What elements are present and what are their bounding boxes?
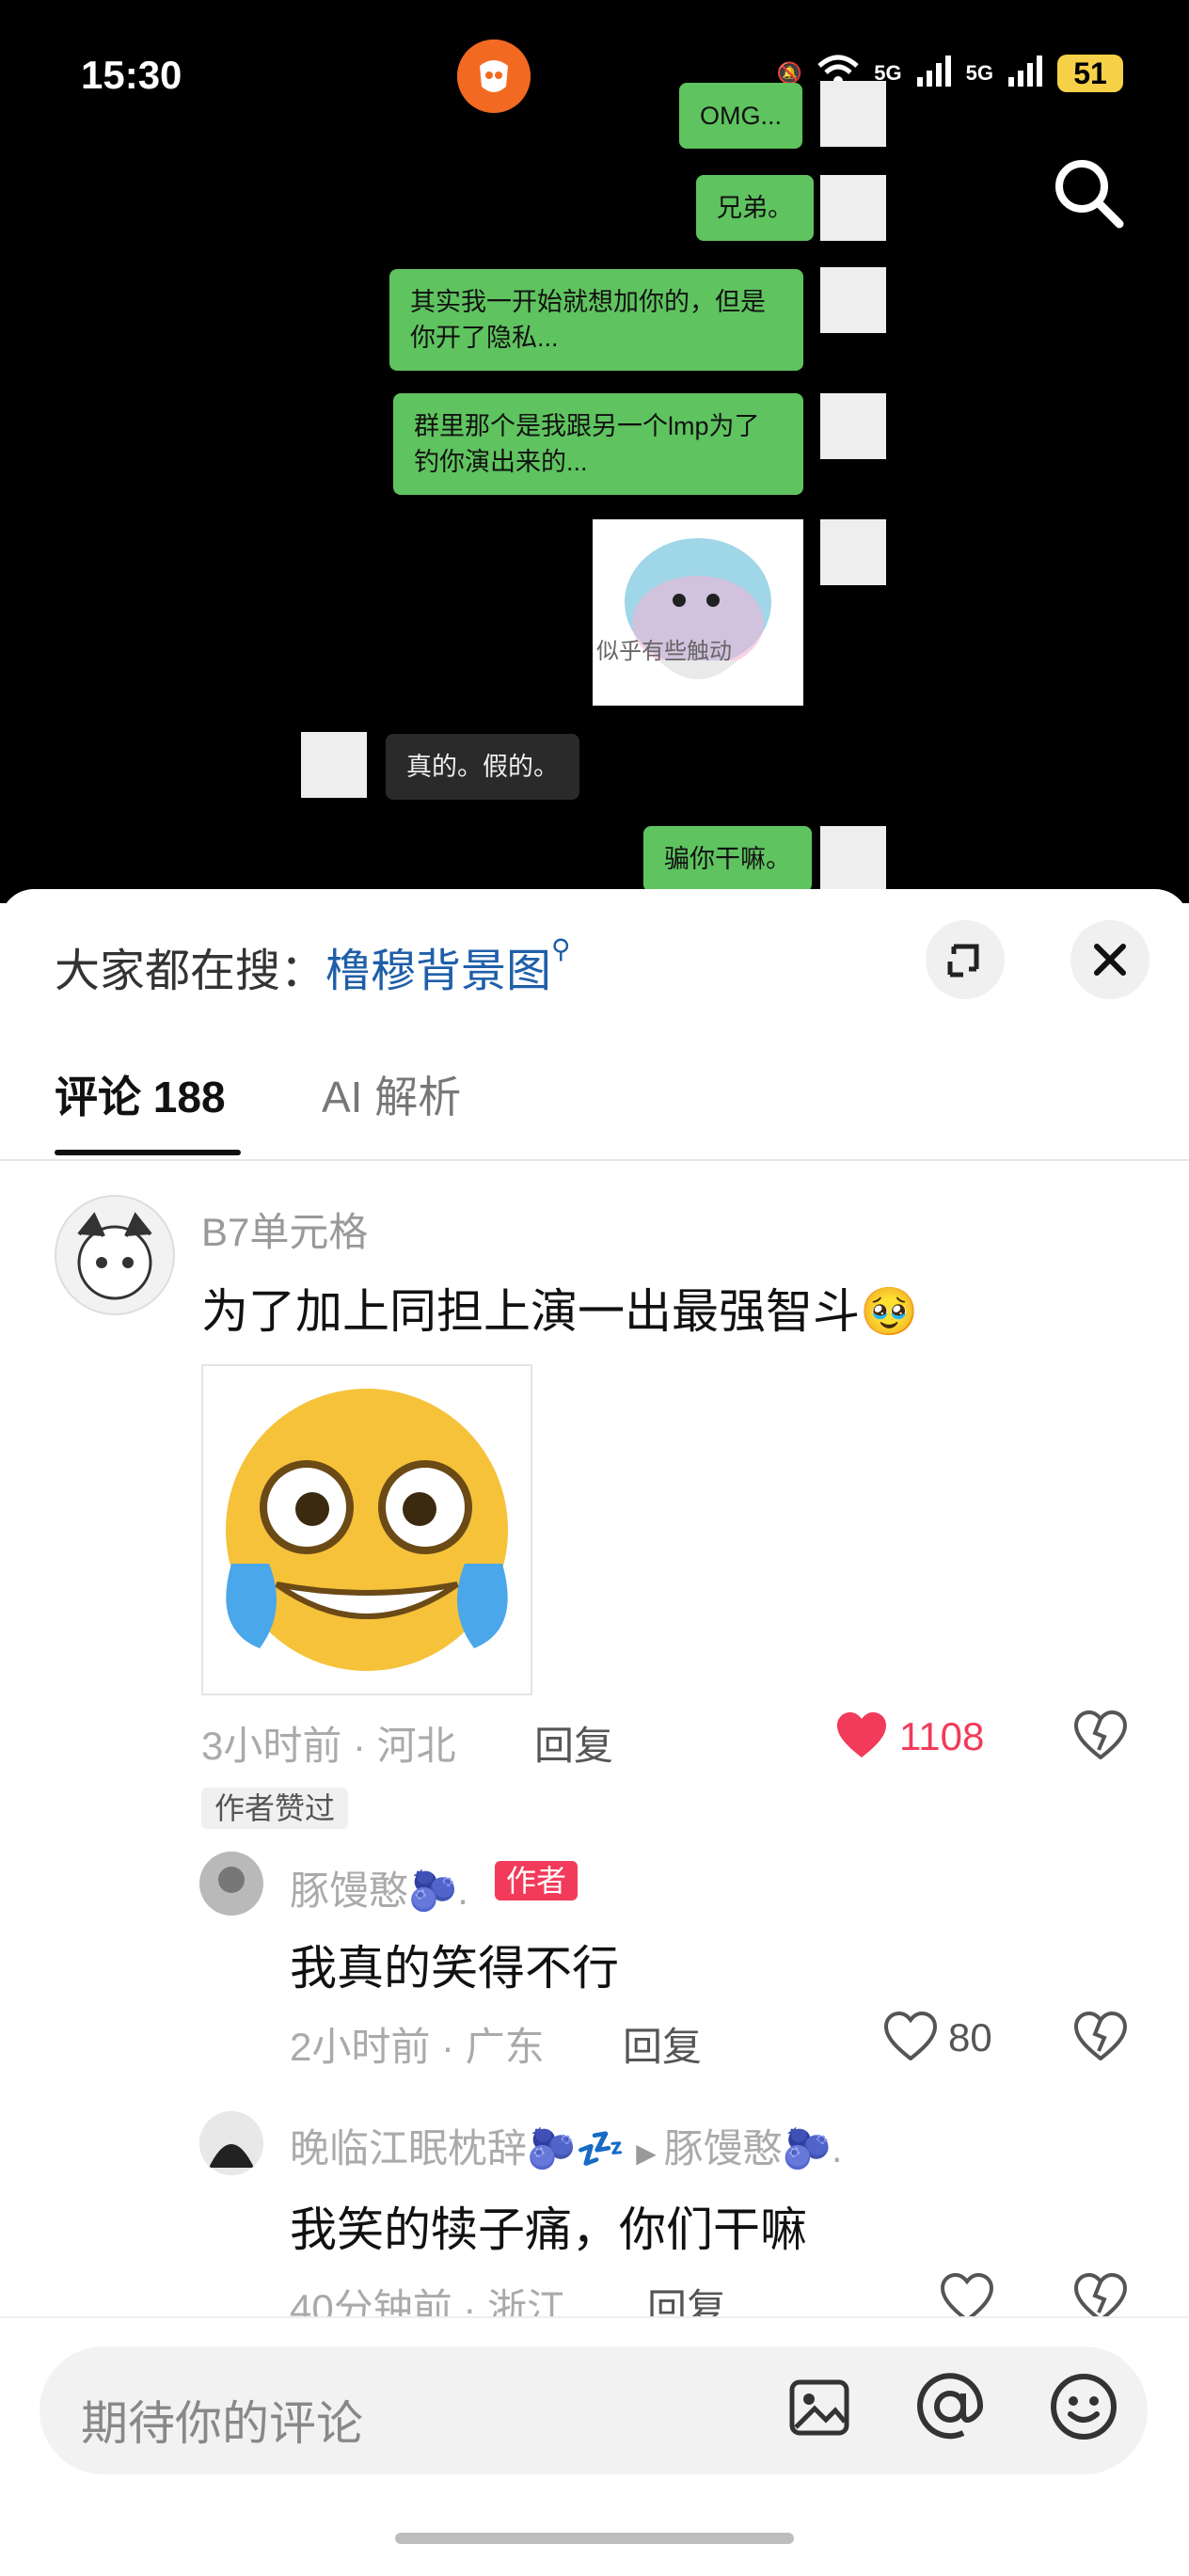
battery-indicator: 51 [1057,55,1123,92]
avatar [820,267,886,333]
chat-bubble-7: 骗你干嘛。 [643,826,812,892]
signal-bars-icon-2 [1007,55,1044,92]
author-badge: 作者 [495,1861,579,1900]
signal-bars-icon [915,55,953,92]
author-liked-tag: 作者赞过 [201,1788,349,1829]
home-indicator[interactable] [395,2533,794,2544]
tab-ai-analysis[interactable]: AI 解析 [322,1063,461,1125]
avatar [820,393,886,459]
hot-search-keyword[interactable]: 橹穆背景图 [325,946,551,996]
mention-icon[interactable] [914,2371,986,2447]
expand-icon [947,944,979,978]
tab-comments[interactable]: 评论 188 [55,1063,226,1125]
signal-5g-label-2: 5G [965,61,993,85]
chat-sticker: 似乎有些触动 [593,519,803,706]
chat-bubble-4: 群里那个是我跟另一个lmp为了钓你演出来的... [393,393,803,495]
dislike-icon[interactable] [1073,2011,1128,2065]
like-filled-icon[interactable] [835,1710,888,1764]
comment-text: 为了加上同担上演一出最强智斗🥹 [201,1285,919,1338]
status-time: 15:30 [81,53,182,97]
reply-username[interactable]: 晚临江眠枕辞🫐💤 ▶ 豚馒憨🫐. [290,2117,843,2174]
chat-bubble-2: 兄弟。 [696,175,814,241]
dislike-icon[interactable] [1073,1709,1128,1764]
avatar [820,81,886,147]
reply-username[interactable]: 豚馒憨🫐. [290,1859,468,1916]
reply-text: 我真的笑得不行 [290,1942,619,1995]
comment-meta: 3小时前 · 河北 [201,1724,456,1768]
comment-input-placeholder: 期待你的评论 [81,2397,363,2450]
chat-screenshot: 15:30 🔕 5G 5G 51 OMG... 兄弟。 其实我一开始就想加你的，… [0,0,1189,903]
avatar[interactable] [55,1195,175,1315]
tab-indicator [55,1150,241,1155]
reply-button[interactable]: 回复 [534,1714,613,1772]
reply-button[interactable]: 回复 [623,2015,702,2073]
emoji-icon[interactable] [1048,2371,1119,2447]
avatar[interactable] [199,1852,263,1916]
search-small-icon: ⚲ [551,934,571,963]
reply-to-username[interactable]: 豚馒憨🫐. [664,2126,843,2171]
divider [0,1159,1189,1161]
like-count: 80 [948,2015,992,2059]
hot-search-prefix: 大家都在搜： [55,946,326,996]
chat-bubble-6: 真的。假的。 [386,734,579,800]
chat-bubble-1: OMG... [679,83,802,149]
image-icon[interactable] [786,2375,852,2445]
avatar [301,732,367,798]
avatar [820,519,886,585]
sticker-caption: 似乎有些触动 [596,639,732,664]
avatar [820,175,886,241]
hot-search-bar[interactable]: 大家都在搜：橹穆背景图⚲ [55,933,571,999]
reply-arrow-icon: ▶ [636,2139,664,2168]
avatar[interactable] [199,2111,263,2175]
chat-bubble-3: 其实我一开始就想加你的，但是你开了隐私... [389,269,803,371]
expand-button[interactable] [926,920,1005,999]
reply-username-text: 晚临江眠枕辞🫐💤 [290,2126,626,2171]
app-logo-icon [457,40,531,113]
search-icon[interactable] [1050,154,1129,233]
close-icon [1094,944,1126,976]
comment-username[interactable]: B7单元格 [201,1201,368,1258]
like-count: 1108 [899,1714,985,1758]
avatar [820,826,886,892]
comment-image[interactable] [201,1364,532,1695]
reply-text: 我笑的犊子痛，你们干嘛 [290,2203,807,2256]
reply-meta: 2小时前 · 广东 [290,2025,545,2069]
close-button[interactable] [1070,920,1149,999]
like-icon[interactable] [883,2011,938,2065]
